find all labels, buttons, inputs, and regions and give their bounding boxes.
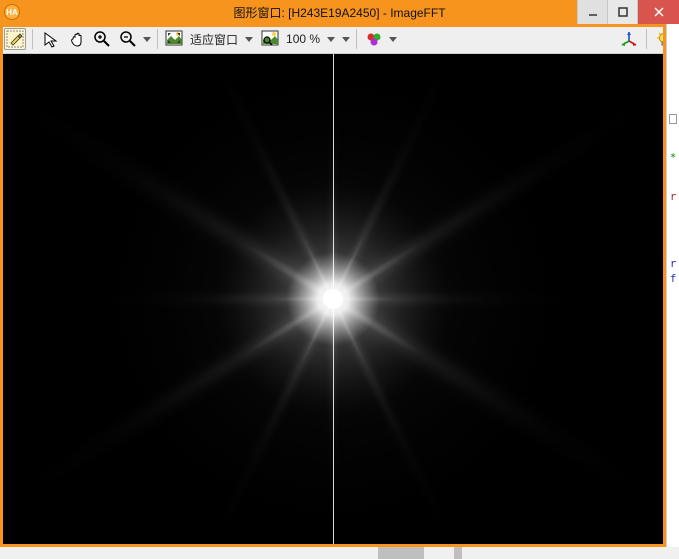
bottom-gutter-segment — [378, 547, 424, 559]
image-viewport[interactable] — [3, 54, 663, 544]
color-dropdown-arrow[interactable] — [389, 37, 397, 42]
fit-mode-combo[interactable]: 适应窗口 — [164, 28, 256, 50]
gutter-r1: r — [670, 191, 677, 202]
gutter-r2: r — [670, 258, 677, 269]
pan-tool-button[interactable] — [65, 28, 87, 50]
bottom-gutter-segment — [454, 547, 462, 559]
fit-dropdown-arrow[interactable] — [242, 29, 256, 49]
color-tool-button[interactable] — [363, 28, 385, 50]
zoom-level-value: 100 % — [282, 32, 324, 46]
close-button[interactable] — [637, 0, 679, 24]
draw-tool-button[interactable] — [4, 28, 26, 50]
zoom-dropdown-arrow[interactable] — [143, 37, 151, 42]
maximize-button[interactable] — [607, 0, 637, 24]
gutter-doc-icon — [669, 114, 677, 124]
center-vertical-line — [333, 54, 334, 544]
titlebar: HA 图形窗口: [H243E19A2450] - ImageFFT — [0, 0, 679, 24]
gutter-star: * — [670, 152, 677, 163]
bottom-gutter — [0, 547, 679, 559]
toolbar-separator — [356, 29, 357, 49]
zoom-out-button[interactable] — [117, 28, 139, 50]
zoom-level-combo[interactable]: 100 % — [260, 28, 338, 50]
gutter-f: f — [670, 273, 677, 284]
zoom-in-button[interactable] — [91, 28, 113, 50]
toolbar-separator — [646, 29, 647, 49]
toolbar-separator — [32, 29, 33, 49]
app-icon: HA — [4, 4, 20, 20]
fit-mode-label: 适应窗口 — [186, 31, 242, 48]
right-gutter: * r r f — [666, 24, 679, 547]
toolbar: 适应窗口 100 % — [0, 24, 679, 54]
fit-window-icon — [164, 29, 184, 49]
minimize-button[interactable] — [577, 0, 607, 24]
image-zoom-icon — [260, 29, 280, 49]
window-buttons — [577, 0, 679, 24]
pointer-tool-button[interactable] — [39, 28, 61, 50]
zoom-level-arrow[interactable] — [324, 29, 338, 49]
zoom-level-split-arrow[interactable] — [342, 37, 350, 42]
axes-3d-button[interactable] — [618, 28, 640, 50]
toolbar-separator — [157, 29, 158, 49]
